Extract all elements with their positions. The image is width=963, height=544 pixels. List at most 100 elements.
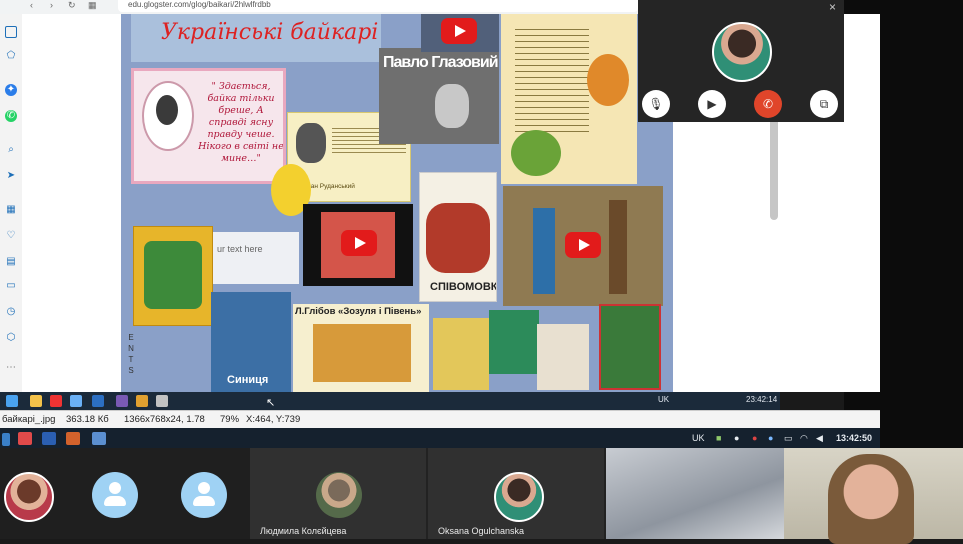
tray-icon[interactable]: ● bbox=[768, 433, 773, 443]
text-placeholder[interactable]: ur text here bbox=[213, 232, 299, 284]
window-icon[interactable]: ▭ bbox=[5, 280, 17, 292]
author-portrait bbox=[142, 81, 194, 151]
windows-taskbar: UK ■ ● ● ● ▭ ◠ ◀ 13:42:50 bbox=[0, 428, 880, 448]
app-icon[interactable] bbox=[50, 395, 62, 407]
cursor-icon: ↖ bbox=[266, 397, 276, 409]
rudansky-portrait bbox=[296, 123, 326, 163]
pentagon-icon[interactable]: ⬠ bbox=[5, 50, 17, 62]
video-button[interactable]: ▶ bbox=[698, 90, 726, 118]
search-icon[interactable]: ⌕ bbox=[5, 144, 17, 156]
shared-screen-taskbar: UK 23:42:14 bbox=[0, 392, 780, 410]
plant-illustration bbox=[511, 130, 561, 176]
popout-icon: ⧉ bbox=[819, 97, 829, 111]
quote-text: " Здається, байка тільки бреше, А справд… bbox=[198, 81, 284, 164]
app-icon[interactable] bbox=[136, 395, 148, 407]
close-icon[interactable]: × bbox=[829, 0, 836, 14]
status-filename: байкарі_.jpg bbox=[2, 414, 56, 425]
app-icon[interactable] bbox=[92, 432, 106, 445]
shield-icon[interactable]: ■ bbox=[716, 433, 721, 443]
book-cover-3 bbox=[537, 324, 589, 390]
app-icon[interactable] bbox=[70, 395, 82, 407]
app-icon[interactable] bbox=[18, 432, 32, 445]
glibov-panel: Л.Глібов «Зозуля і Півень» bbox=[293, 304, 429, 392]
book-cover-fairy bbox=[133, 226, 213, 326]
heart-icon[interactable]: ♡ bbox=[5, 230, 17, 242]
glibov-title: Л.Глібов «Зозуля і Півень» bbox=[295, 306, 422, 317]
spivomovky-title: СПІВОМОВКИ bbox=[430, 281, 497, 293]
word-icon[interactable] bbox=[92, 395, 104, 407]
video-towers[interactable] bbox=[503, 186, 663, 306]
whatsapp-icon[interactable]: ✆ bbox=[5, 110, 17, 122]
apps-icon[interactable]: ▦ bbox=[88, 0, 97, 11]
youtube-play-icon[interactable] bbox=[441, 18, 477, 44]
youtube-play-icon[interactable] bbox=[341, 230, 377, 256]
camera-icon: ▶ bbox=[707, 97, 717, 111]
start-icon[interactable] bbox=[6, 395, 18, 407]
participant-video[interactable] bbox=[784, 448, 963, 544]
back-icon[interactable]: ‹ bbox=[30, 0, 33, 10]
start-icon[interactable] bbox=[2, 433, 10, 446]
book-cover-2 bbox=[489, 310, 539, 374]
glazovy-photo: Павло Глазовий bbox=[379, 48, 499, 144]
tray-icon[interactable]: ● bbox=[752, 433, 757, 443]
news-icon[interactable]: ▤ bbox=[5, 256, 17, 268]
cube-icon[interactable]: ⬡ bbox=[5, 332, 17, 344]
poster-title: Українські байкарі bbox=[161, 20, 379, 45]
video-cartoon[interactable] bbox=[303, 204, 413, 286]
synytsia-title: Синиця bbox=[227, 374, 269, 386]
participant-video[interactable] bbox=[606, 448, 784, 539]
volume-icon[interactable]: ◀ bbox=[816, 433, 823, 444]
mic-button[interactable]: 🎙 bbox=[642, 90, 670, 118]
glazovy-name: Павло Глазовий bbox=[383, 54, 499, 71]
video-glazovy[interactable] bbox=[421, 14, 499, 52]
participant-name: Людмила Колєйцева bbox=[260, 526, 347, 536]
reload-icon[interactable]: ↻ bbox=[68, 0, 76, 11]
title-band: Українські байкарі bbox=[131, 14, 381, 62]
onion-illustration bbox=[587, 54, 629, 106]
battery-icon[interactable]: ▭ bbox=[784, 433, 793, 444]
participant-tile[interactable]: Людмила Колєйцева bbox=[250, 448, 426, 539]
viber-icon[interactable] bbox=[116, 395, 128, 407]
send-icon[interactable]: ➤ bbox=[5, 170, 17, 182]
participant-tile[interactable]: Oksana Ogulchanska bbox=[428, 448, 604, 539]
book-synytsia: Синиця bbox=[211, 292, 291, 392]
wifi-icon[interactable]: ◠ bbox=[800, 433, 808, 444]
caller-avatar bbox=[712, 22, 772, 82]
forward-icon[interactable]: › bbox=[50, 0, 53, 10]
status-dims: 1366x768x24, 1.78 bbox=[124, 414, 205, 425]
messenger-icon[interactable]: ✦ bbox=[5, 84, 17, 96]
folder-icon[interactable] bbox=[30, 395, 42, 407]
outer-clock: 13:42:50 bbox=[836, 433, 873, 443]
inner-clock: 23:42:14 bbox=[746, 395, 778, 404]
participant-name: Oksana Ogulchanska bbox=[438, 526, 525, 536]
outer-lang: UK bbox=[692, 433, 705, 443]
app-icon[interactable] bbox=[156, 395, 168, 407]
poem-text bbox=[515, 24, 589, 134]
book-cover-1 bbox=[433, 318, 489, 390]
participant-avatar-placeholder[interactable] bbox=[181, 472, 227, 518]
book-cover-4 bbox=[599, 304, 661, 390]
word-icon[interactable] bbox=[42, 432, 56, 445]
browser-sidebar: ⬠ ✦ ✆ ⌕ ➤ ▦ ♡ ▤ ▭ ◷ ⬡ ⋯ bbox=[0, 14, 23, 392]
skype-icon[interactable] bbox=[66, 432, 80, 445]
side-letters: E N T S bbox=[128, 333, 134, 375]
clock-icon[interactable]: ◷ bbox=[5, 306, 17, 318]
participant-avatar-placeholder[interactable] bbox=[92, 472, 138, 518]
popout-button[interactable]: ⧉ bbox=[810, 90, 838, 118]
microphone-icon: 🎙 bbox=[648, 97, 664, 111]
hang-up-button[interactable]: ✆ bbox=[754, 90, 782, 118]
glazovy-portrait bbox=[435, 84, 469, 128]
mic-tray-icon[interactable]: ● bbox=[734, 433, 739, 443]
glog-poster: Українські байкарі " Здається, байка тіл… bbox=[121, 14, 673, 392]
participant-avatar bbox=[494, 472, 544, 522]
youtube-play-icon[interactable] bbox=[565, 232, 601, 258]
poem-page bbox=[501, 14, 637, 184]
home-icon[interactable] bbox=[5, 26, 17, 38]
grid-icon[interactable]: ▦ bbox=[5, 204, 17, 216]
participant-avatar[interactable] bbox=[4, 472, 54, 522]
participant-avatar bbox=[316, 472, 362, 518]
status-coords: X:464, Y:739 bbox=[246, 414, 301, 425]
more-icon[interactable]: ⋯ bbox=[5, 362, 17, 374]
address-bar[interactable]: edu.glogster.com/glog/baikari/2hlwlfrdbb bbox=[118, 0, 638, 12]
viewer-status-bar: байкарі_.jpg 363.18 Кб 1366x768x24, 1.78… bbox=[0, 410, 880, 429]
